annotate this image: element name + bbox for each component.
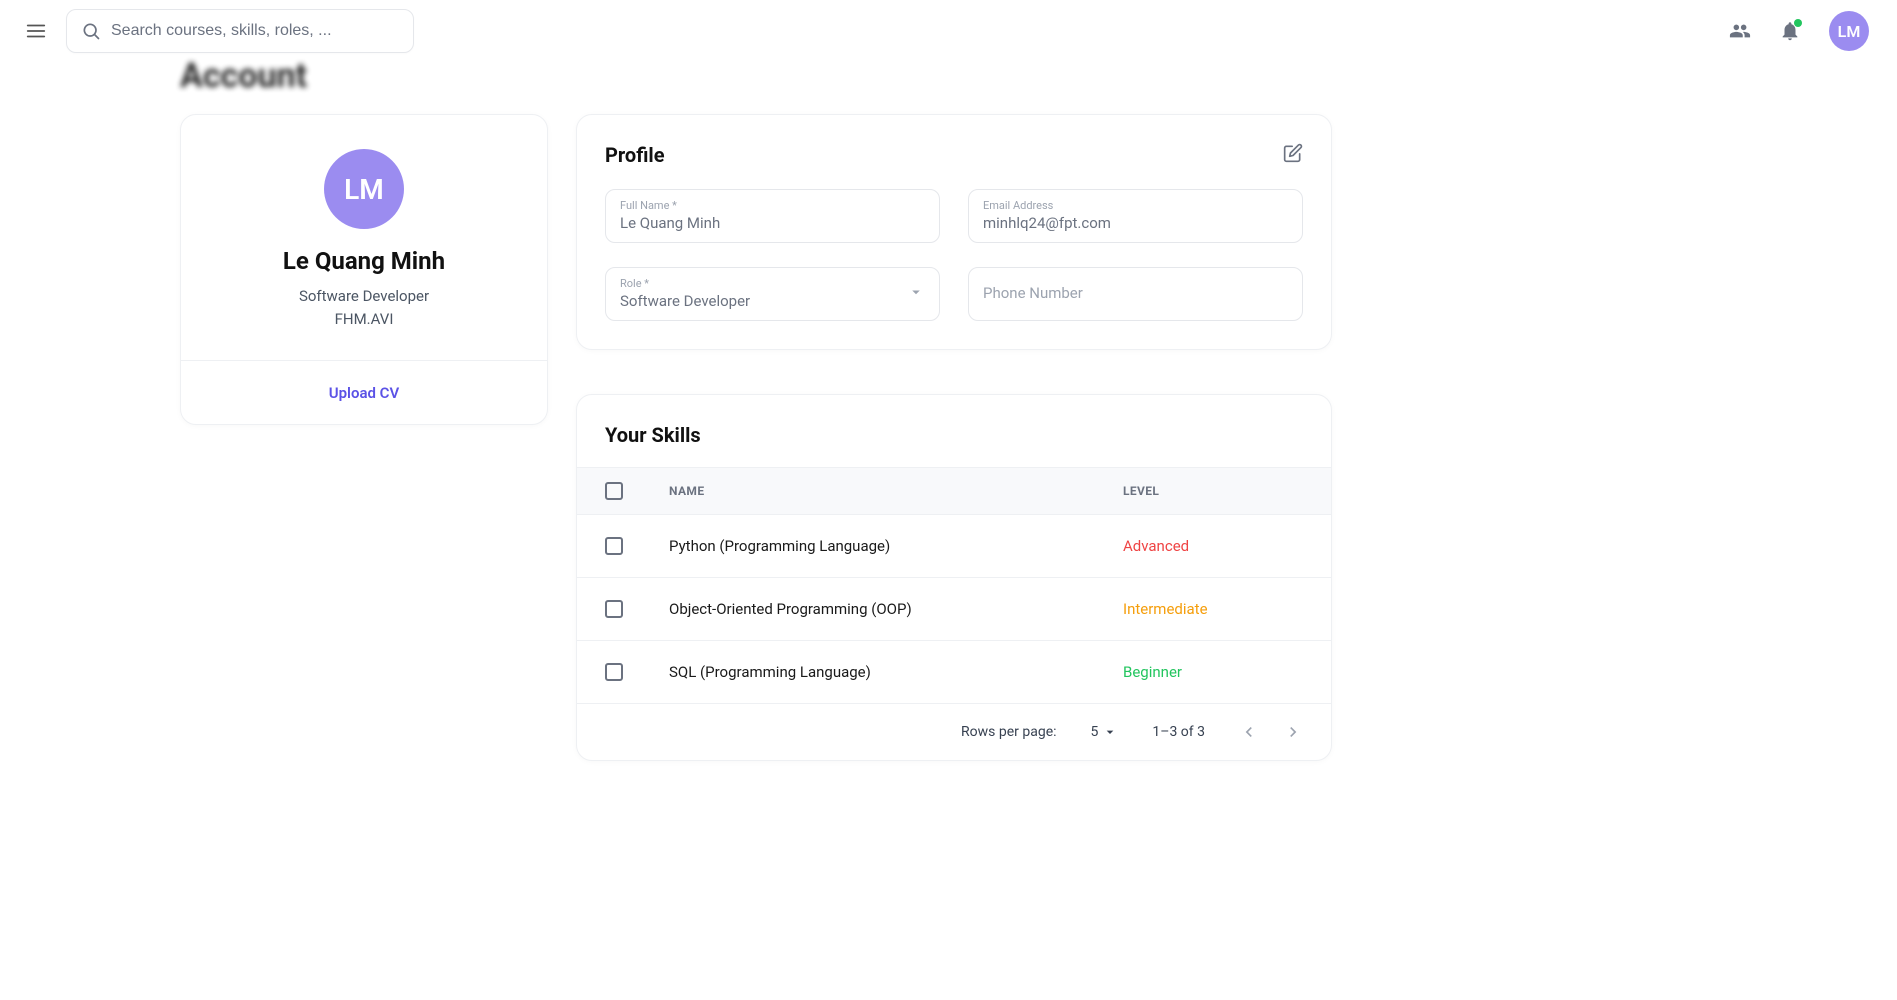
avatar-large: LM xyxy=(324,149,404,229)
profile-form: Full Name * Le Quang Minh Email Address … xyxy=(605,189,1303,321)
profile-summary-card: LM Le Quang Minh Software Developer FHM.… xyxy=(180,114,548,425)
profile-name: Le Quang Minh xyxy=(205,247,523,275)
search-input[interactable] xyxy=(111,22,399,40)
rows-per-page-label: Rows per page: xyxy=(961,724,1056,740)
edit-icon xyxy=(1283,143,1303,163)
full-name-label: Full Name * xyxy=(620,199,925,212)
layout-grid: LM Le Quang Minh Software Developer FHM.… xyxy=(180,114,1717,761)
topbar: LM xyxy=(0,0,1897,62)
skill-name: Python (Programming Language) xyxy=(669,537,1123,555)
role-label: Role * xyxy=(620,277,925,290)
page-title: Account xyxy=(180,56,1717,96)
skills-table-header: NAME LEVEL xyxy=(577,467,1331,515)
email-label: Email Address xyxy=(983,199,1288,212)
page-body: Account LM Le Quang Minh Software Develo… xyxy=(0,56,1897,801)
column-header-level[interactable]: LEVEL xyxy=(1123,484,1303,498)
row-checkbox[interactable] xyxy=(605,537,623,555)
role-value: Software Developer xyxy=(620,292,925,310)
skills-section-title: Your Skills xyxy=(605,423,1303,447)
full-name-field[interactable]: Full Name * Le Quang Minh xyxy=(605,189,940,243)
role-field[interactable]: Role * Software Developer xyxy=(605,267,940,321)
right-column: Profile Full Name * Le Quang Minh Email … xyxy=(576,114,1332,761)
chevron-left-icon xyxy=(1239,722,1259,742)
people-icon xyxy=(1729,20,1751,42)
search-box[interactable] xyxy=(66,9,414,53)
profile-card-header: Profile xyxy=(605,143,1303,167)
skill-name: Object-Oriented Programming (OOP) xyxy=(669,600,1123,618)
pager-prev-button[interactable] xyxy=(1239,722,1259,742)
hamburger-icon xyxy=(25,20,47,42)
skills-card-header: Your Skills xyxy=(577,395,1331,467)
profile-role: Software Developer xyxy=(205,285,523,308)
profile-card: Profile Full Name * Le Quang Minh Email … xyxy=(576,114,1332,350)
notifications-button[interactable] xyxy=(1779,20,1801,42)
table-row: SQL (Programming Language)Beginner xyxy=(577,641,1331,704)
phone-placeholder: Phone Number xyxy=(983,284,1288,302)
rows-per-page-select[interactable]: 5 xyxy=(1091,724,1119,740)
avatar-menu[interactable]: LM xyxy=(1829,11,1869,51)
row-checkbox[interactable] xyxy=(605,663,623,681)
profile-org: FHM.AVI xyxy=(205,308,523,331)
column-header-name[interactable]: NAME xyxy=(669,484,1123,498)
table-row: Python (Programming Language)Advanced xyxy=(577,515,1331,578)
role-caret xyxy=(907,283,925,305)
skills-table-body: Python (Programming Language)AdvancedObj… xyxy=(577,515,1331,704)
notification-dot xyxy=(1794,19,1802,27)
profile-summary-top: LM Le Quang Minh Software Developer FHM.… xyxy=(181,115,547,360)
search-icon xyxy=(81,21,101,41)
full-name-value: Le Quang Minh xyxy=(620,214,925,232)
pager-next-button[interactable] xyxy=(1283,722,1303,742)
upload-cv-button[interactable]: Upload CV xyxy=(329,384,399,402)
skill-level: Intermediate xyxy=(1123,600,1303,618)
skills-card: Your Skills NAME LEVEL Python (Programmi… xyxy=(576,394,1332,761)
chevron-down-icon xyxy=(907,283,925,301)
menu-button[interactable] xyxy=(24,19,48,43)
email-value: minhlq24@fpt.com xyxy=(983,214,1288,232)
pager-range: 1–3 of 3 xyxy=(1152,724,1205,740)
table-row: Object-Oriented Programming (OOP)Interme… xyxy=(577,578,1331,641)
edit-profile-button[interactable] xyxy=(1283,143,1303,167)
email-field[interactable]: Email Address minhlq24@fpt.com xyxy=(968,189,1303,243)
chevron-down-icon xyxy=(1102,724,1118,740)
rows-per-page-value: 5 xyxy=(1091,724,1099,740)
people-button[interactable] xyxy=(1729,20,1751,42)
row-checkbox[interactable] xyxy=(605,600,623,618)
skills-pager: Rows per page: 5 1–3 of 3 xyxy=(577,704,1331,760)
skill-level: Beginner xyxy=(1123,663,1303,681)
skill-level: Advanced xyxy=(1123,537,1303,555)
skill-name: SQL (Programming Language) xyxy=(669,663,1123,681)
topbar-right: LM xyxy=(1729,11,1869,51)
phone-field[interactable]: Phone Number xyxy=(968,267,1303,321)
profile-section-title: Profile xyxy=(605,143,665,167)
upload-cv-row: Upload CV xyxy=(181,361,547,424)
chevron-right-icon xyxy=(1283,722,1303,742)
select-all-checkbox[interactable] xyxy=(605,482,623,500)
